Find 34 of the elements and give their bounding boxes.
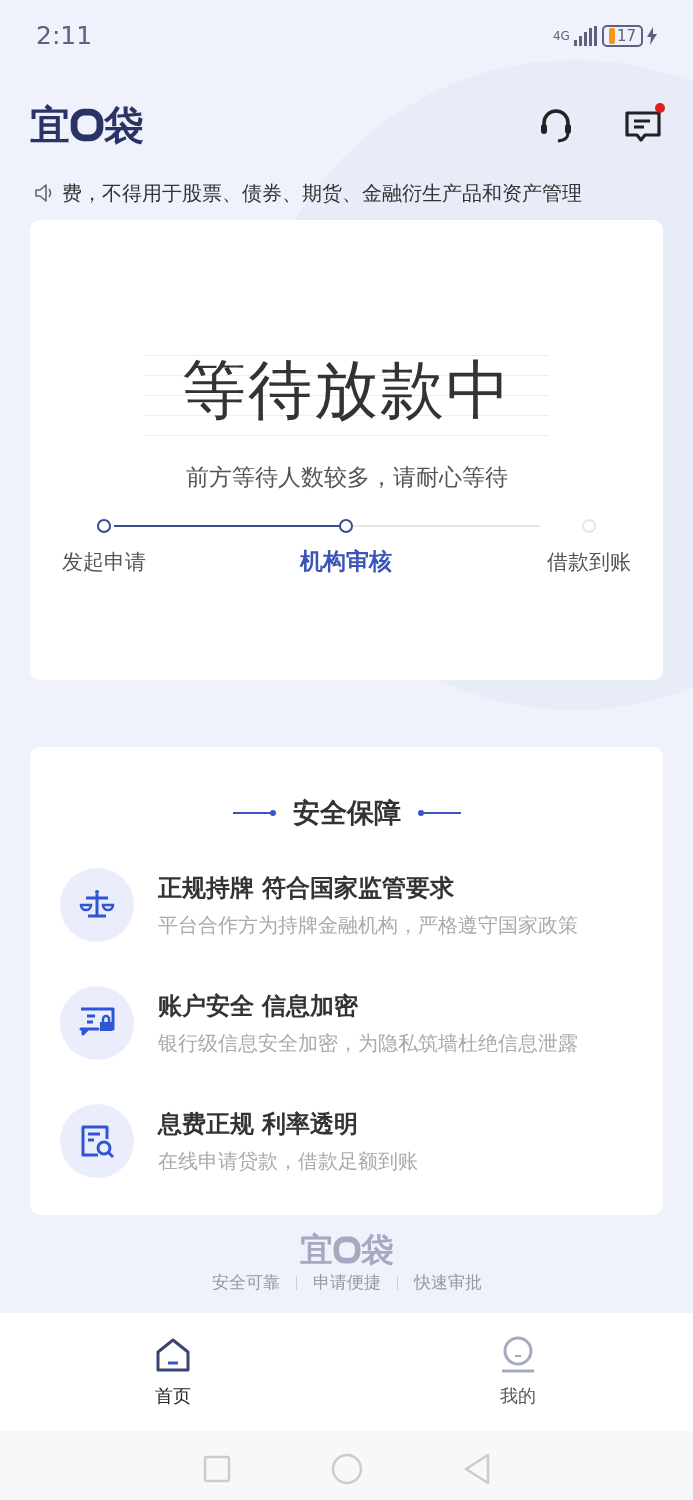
logo-text: 宜 (299, 1233, 333, 1266)
network-label: 4G (552, 28, 570, 45)
logo-text: 袋 (104, 105, 144, 145)
feature-description: 平台合作方为持牌金融机构，严格遵守国家政策 (158, 911, 578, 939)
slogan-text: 快速审批 (413, 1271, 482, 1294)
section-title: 安全保障 (292, 796, 401, 830)
notice-text: 费，不得用于股票、债券、期货、金融衍生产品和资产管理 (62, 180, 582, 207)
logo-text: 袋 (360, 1233, 394, 1266)
slogan-text: 安全可靠 (211, 1271, 280, 1294)
battery-indicator: 17 (601, 25, 643, 47)
home-button-icon[interactable] (330, 1452, 363, 1485)
signal-icon (573, 26, 598, 46)
recent-apps-icon[interactable] (202, 1454, 231, 1483)
slogan-text: 申请便捷 (312, 1271, 381, 1294)
logo-text: 宜 (30, 105, 70, 145)
back-icon[interactable] (462, 1452, 491, 1485)
tab-item[interactable]: 首页 (112, 1335, 233, 1409)
feature-description: 在线申请贷款，借款足额到账 (158, 1147, 418, 1175)
step-label: 借款到账 (547, 548, 631, 576)
status-subtitle: 前方等待人数较多，请耐心等待 (185, 464, 508, 490)
feature-title: 正规持牌 符合国家监管要求 (158, 872, 456, 904)
feature-title: 息费正规 利率透明 (158, 1108, 360, 1140)
logo-ring-icon (332, 1235, 361, 1264)
logo-ring-icon (70, 108, 104, 142)
charging-icon (647, 27, 657, 45)
feature-title: 账户安全 信息加密 (158, 990, 360, 1022)
title-decoration (232, 809, 277, 818)
step-label: 机构审核 (300, 546, 393, 576)
step-label: 发起申请 (62, 548, 146, 576)
feature-description: 银行级信息安全加密，为隐私筑墙杜绝信息泄露 (158, 1029, 578, 1057)
title-decoration (416, 809, 461, 818)
status-time: 2:11 (36, 20, 93, 53)
tab-item[interactable]: 我的 (458, 1335, 579, 1409)
speaker-icon (34, 183, 54, 203)
